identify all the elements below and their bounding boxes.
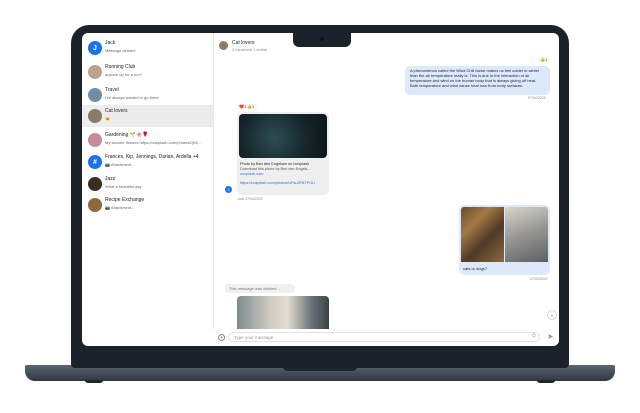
conversation-sidebar: J Jack Message deleted Running Club anyo… — [82, 33, 214, 346]
conversation-name: Jack — [105, 40, 116, 46]
scroll-down-button[interactable]: ⌄ — [547, 310, 557, 320]
conversation-preview: My favorite flowers https://unsplash.com… — [105, 140, 202, 145]
conversation-preview: What a beautiful day — [105, 184, 142, 189]
link-meta: Jack 07/04/2022 — [237, 197, 263, 201]
avatar — [88, 133, 102, 147]
conversation-preview: I've always wanted to go there — [105, 95, 159, 100]
conversation-preview: anyone up for a run? — [105, 72, 142, 77]
link-preview-card[interactable]: Photo by Ben den Engelsen on Unsplash Do… — [237, 112, 329, 195]
chat-avatar — [219, 41, 228, 50]
outgoing-reaction[interactable]: 👍1 — [538, 57, 550, 62]
chat-title: Cat lovers — [232, 40, 255, 46]
laptop-foot-left — [85, 380, 103, 383]
send-icon[interactable]: ➤ — [547, 332, 554, 341]
link-preview-description: Download this photo by Ben den Engels... — [240, 167, 311, 171]
conversation-cat-lovers[interactable]: Cat lovers 😺 — [82, 105, 213, 127]
deleted-message: This message was deleted... — [225, 284, 295, 293]
chat-subtitle: 2 members 1 online — [232, 47, 268, 52]
photo-caption: cats or dogs? — [463, 266, 488, 271]
conversation-name: Gardening 🌱🌸🌹 — [105, 132, 149, 138]
link-url[interactable]: https://unsplash.com/photos/UFw-8FBTPOLI — [240, 181, 320, 186]
outgoing-message[interactable]: A phenomenon called the Wind Chill facto… — [405, 66, 550, 95]
avatar — [88, 198, 102, 212]
link-reactions[interactable]: ❤️1 👍1 — [237, 104, 257, 109]
chevron-down-icon: ⌄ — [549, 312, 555, 318]
conversation-name: Travel — [105, 87, 119, 93]
conversation-travel[interactable]: Travel I've always wanted to go there — [82, 84, 213, 106]
conversation-preview: 📷 Attachment... — [105, 162, 135, 167]
photo-cat-window[interactable] — [505, 207, 548, 262]
camera — [320, 37, 324, 41]
conversation-running-club[interactable]: Running Club anyone up for a run? — [82, 61, 213, 83]
add-attachment-button[interactable]: + — [218, 334, 225, 341]
avatar — [88, 65, 102, 79]
avatar — [88, 177, 102, 191]
photo-cats-leaves[interactable] — [461, 207, 504, 262]
avatar — [88, 109, 102, 123]
link-preview-image — [239, 114, 327, 158]
laptop-foot-right — [537, 380, 555, 383]
outgoing-date: 07/04/2022 — [528, 96, 546, 100]
photo-message-bottom[interactable] — [237, 296, 329, 331]
avatar: # — [88, 155, 102, 169]
photo-date: 07/04/2022 — [530, 277, 548, 281]
conversation-preview: 😺 — [105, 116, 110, 121]
screen: J Jack Message deleted Running Club anyo… — [82, 33, 559, 346]
conversation-jack[interactable]: J Jack Message deleted — [82, 37, 213, 59]
link-preview-host: unsplash.com — [240, 172, 264, 176]
conversation-group[interactable]: # Frances, Kip, Jennings, Darian, Ardell… — [82, 151, 213, 173]
conversation-preview: 📷 Attachment... — [105, 205, 135, 210]
link-preview-title: Photo by Ben den Engelsen on Unsplash — [240, 162, 310, 166]
composer: + Type your message ☺ ➤ — [213, 329, 559, 346]
conversation-name: Frances, Kip, Jennings, Darian, Ardella … — [105, 154, 199, 160]
conversation-recipe-exchange[interactable]: Recipe Exchange 📷 Attachment... — [82, 194, 213, 216]
conversation-name: Recipe Exchange — [105, 197, 145, 203]
chat-header: Cat lovers 2 members 1 online — [213, 33, 559, 55]
emoji-icon[interactable]: ☺ — [531, 333, 537, 339]
conversation-preview: Message deleted — [105, 48, 136, 53]
conversation-jazz[interactable]: Jazz What a beautiful day — [82, 173, 213, 195]
message-input[interactable]: Type your message — [228, 332, 540, 342]
avatar — [88, 88, 102, 102]
conversation-name: Cat lovers — [105, 108, 128, 114]
photo-message[interactable]: cats or dogs? — [459, 205, 550, 275]
avatar: J — [88, 41, 102, 55]
conversation-gardening[interactable]: Gardening 🌱🌸🌹 My favorite flowers https:… — [82, 129, 213, 151]
sender-avatar: J — [225, 186, 232, 193]
conversation-name: Running Club — [105, 64, 136, 70]
conversation-name: Jazz — [105, 176, 116, 182]
